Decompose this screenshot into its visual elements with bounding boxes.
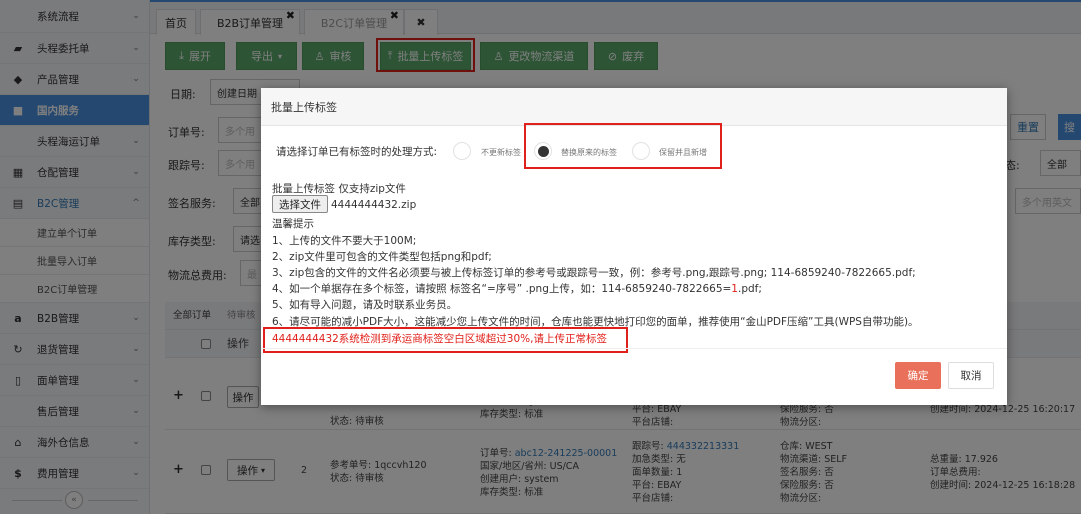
dialog-title: 批量上传标签: [261, 88, 1007, 126]
confirm-button[interactable]: 确定: [895, 362, 941, 389]
tip-item: 5、如有导入问题，请及时联系业务员。: [272, 299, 458, 311]
batch-upload-dialog: 批量上传标签 请选择订单已有标签时的处理方式: 不更新标签 替换原来的标签 保留…: [261, 88, 1007, 405]
highlight-box: [263, 327, 628, 353]
tip-item: 3、zip包含的文件的文件名必须要与被上传标签订单的参考号或跟踪号一致，例：参考…: [272, 267, 916, 279]
radio-label: 不更新标签: [481, 148, 521, 157]
divider: [261, 348, 1007, 349]
tip-text: .pdf;: [737, 283, 762, 295]
tip-item: 2、zip文件里可包含的文件类型包括png和pdf;: [272, 251, 492, 263]
cancel-button[interactable]: 取消: [948, 362, 994, 389]
handling-prompt: 请选择订单已有标签时的处理方式:: [276, 146, 438, 158]
file-name: 4444444432.zip: [331, 199, 417, 211]
tip-highlight: 1: [731, 283, 738, 295]
tip-text: 4、如一个单据存在多个标签，请按照 标签名“=序号” .png上传，如：114-…: [272, 283, 732, 295]
choose-file-button[interactable]: 选择文件: [272, 195, 328, 213]
tip-item: 4、如一个单据存在多个标签，请按照 标签名“=序号” .png上传，如：114-…: [272, 281, 762, 296]
tip-item: 1、上传的文件不要大于100M;: [272, 235, 417, 247]
highlight-box: [524, 123, 722, 169]
upload-label: 批量上传标签 仅支持zip文件: [272, 183, 406, 195]
radio-no-update[interactable]: [453, 142, 471, 160]
tips-title: 温馨提示: [272, 218, 314, 230]
